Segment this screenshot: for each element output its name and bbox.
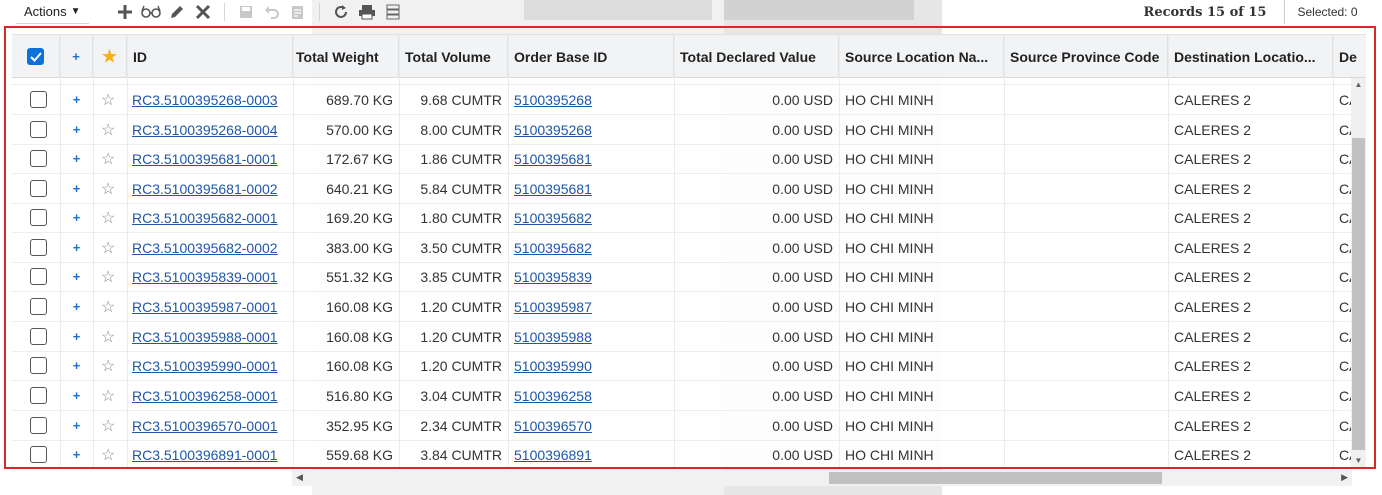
caret-down-icon: ▼ [70, 6, 81, 17]
add-icon[interactable] [112, 0, 138, 24]
save-icon[interactable] [233, 0, 259, 24]
edit-icon[interactable] [164, 0, 190, 24]
selected-count: Selected: 0 [1284, 0, 1370, 24]
scroll-left-icon[interactable]: ◀ [296, 472, 303, 483]
actions-menu[interactable]: Actions ▼ [16, 0, 89, 24]
page: Actions ▼ Records 15 of 15 Selected: 0 +… [0, 0, 1382, 495]
toolbar: Actions ▼ Records 15 of 15 Selected: 0 [0, 0, 1382, 24]
scroll-right-icon[interactable]: ▶ [1341, 472, 1348, 483]
highlight-frame [4, 26, 1376, 469]
list-icon[interactable] [380, 0, 406, 24]
undo-icon[interactable] [259, 0, 285, 24]
records-count: Records 15 of 15 [1130, 0, 1280, 24]
horizontal-scrollbar[interactable]: ◀ ▶ [292, 470, 1352, 486]
glasses-icon[interactable] [138, 0, 164, 24]
delete-icon[interactable] [190, 0, 216, 24]
horizontal-scroll-thumb[interactable] [829, 472, 1162, 484]
print-icon[interactable] [354, 0, 380, 24]
actions-label: Actions [24, 4, 67, 19]
refresh-icon[interactable] [328, 0, 354, 24]
note-icon[interactable] [285, 0, 311, 24]
toolbar-divider [224, 3, 225, 21]
toolbar-icons [112, 0, 406, 24]
toolbar-divider [319, 3, 320, 21]
